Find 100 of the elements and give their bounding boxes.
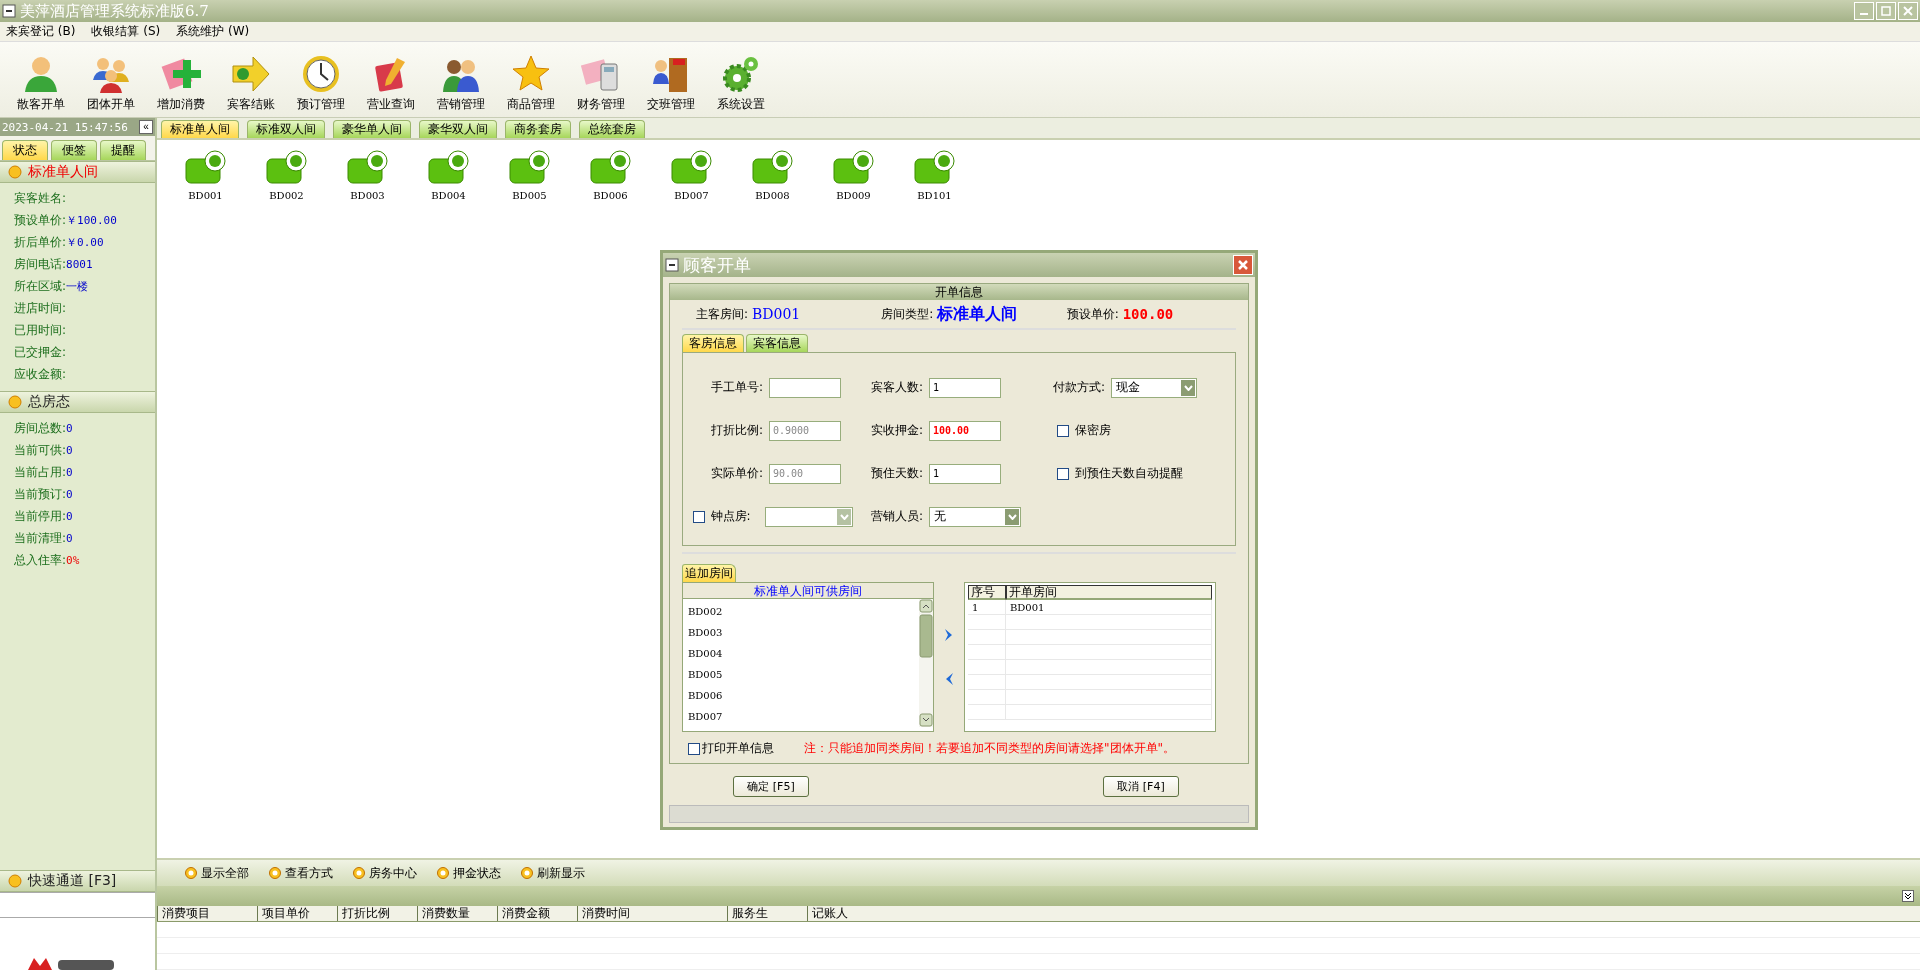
checkbox-label: 到预住天数自动提醒 bbox=[1075, 465, 1183, 482]
room-icon bbox=[265, 150, 308, 184]
toolbar-button[interactable]: 查看方式 bbox=[269, 864, 333, 882]
toolbar-button[interactable]: 押金状态 bbox=[437, 864, 501, 882]
deposit-icon bbox=[437, 867, 449, 879]
maximize-icon bbox=[1881, 6, 1891, 16]
gear-icon bbox=[721, 54, 761, 94]
toolbar-button[interactable]: 财务管理 bbox=[566, 54, 636, 113]
bullet-icon bbox=[8, 395, 22, 409]
tab[interactable]: 总统套房 bbox=[579, 120, 645, 138]
tab[interactable]: 标准双人间 bbox=[247, 120, 325, 138]
window-title: 美萍酒店管理系统标准版6.7 bbox=[20, 1, 209, 21]
checkbox[interactable] bbox=[1057, 424, 1069, 437]
toolbar-button[interactable]: 交班管理 bbox=[636, 54, 706, 113]
dropdown[interactable]: 现金 bbox=[1111, 377, 1197, 398]
list-item[interactable]: BD006 bbox=[688, 685, 919, 706]
toolbar-button[interactable]: 营销管理 bbox=[426, 54, 496, 113]
checkbox[interactable] bbox=[1057, 467, 1069, 480]
group-header: 开单信息 bbox=[670, 284, 1248, 300]
tab[interactable]: 状态 bbox=[2, 140, 48, 160]
collapse-button[interactable]: « bbox=[139, 120, 153, 134]
info-value: BD001 bbox=[752, 306, 801, 322]
room-tile[interactable]: BD006 bbox=[582, 150, 639, 201]
column-header: 项目单价 bbox=[257, 906, 337, 921]
menu-item[interactable]: 来宾登记 (B) bbox=[6, 23, 76, 40]
toolbar-button[interactable]: 预订管理 bbox=[286, 54, 356, 113]
tab[interactable]: 客房信息 bbox=[682, 334, 744, 352]
list-item[interactable]: BD005 bbox=[688, 664, 919, 685]
info-label: 当前可供: bbox=[14, 441, 67, 459]
text-field[interactable]: 1 bbox=[929, 463, 1001, 484]
info-label: 进店时间: bbox=[14, 299, 67, 317]
tab[interactable]: 豪华双人间 bbox=[419, 120, 497, 138]
tab[interactable]: 便签 bbox=[51, 140, 97, 160]
room-icon bbox=[346, 150, 389, 184]
room-tile[interactable]: BD003 bbox=[339, 150, 396, 201]
dialog-title: 顾客开单 bbox=[683, 253, 751, 277]
room-tile[interactable]: BD101 bbox=[906, 150, 963, 201]
info-value: 0 bbox=[66, 487, 73, 501]
close-button[interactable] bbox=[1233, 255, 1253, 275]
toolbar-button[interactable]: 增加消费 bbox=[146, 54, 216, 113]
info-value: 标准单人间 bbox=[937, 303, 1018, 325]
column-header: 序号 bbox=[968, 585, 1006, 600]
confirm-button[interactable]: 确定 [F5] bbox=[733, 776, 809, 797]
tab[interactable]: 追加房间 bbox=[682, 564, 736, 582]
field-label: 宾客人数: bbox=[869, 379, 923, 396]
column-header: 消费项目 bbox=[157, 906, 257, 921]
expand-icon[interactable] bbox=[1902, 890, 1914, 902]
list-item[interactable]: BD003 bbox=[688, 622, 919, 643]
menu-item[interactable]: 系统维护 (W) bbox=[176, 23, 250, 40]
dropdown[interactable]: 无 bbox=[929, 506, 1021, 527]
tab[interactable]: 提醒 bbox=[100, 140, 146, 160]
room-tile[interactable]: BD004 bbox=[420, 150, 477, 201]
info-value: 0 bbox=[66, 509, 73, 523]
window-menu-icon[interactable] bbox=[665, 258, 679, 272]
toolbar-button[interactable]: 散客开单 bbox=[6, 54, 76, 113]
toolbar-button[interactable]: 显示全部 bbox=[185, 864, 249, 882]
info-value: 0 bbox=[66, 531, 73, 545]
room-tile[interactable]: BD009 bbox=[825, 150, 882, 201]
checkbox[interactable] bbox=[688, 742, 700, 755]
info-label: 房间电话: bbox=[14, 255, 67, 273]
toolbar-button[interactable]: 营业查询 bbox=[356, 54, 426, 113]
toolbar-button[interactable]: 团体开单 bbox=[76, 54, 146, 113]
window-menu-icon[interactable] bbox=[2, 4, 16, 18]
room-tile[interactable]: BD005 bbox=[501, 150, 558, 201]
cancel-button[interactable]: 取消 [F4] bbox=[1103, 776, 1179, 797]
room-icon bbox=[184, 150, 227, 184]
text-field[interactable]: 1 bbox=[929, 377, 1001, 398]
list-item[interactable]: BD007 bbox=[688, 706, 919, 727]
room-tile[interactable]: BD007 bbox=[663, 150, 720, 201]
list-item[interactable]: BD002 bbox=[688, 601, 919, 622]
room-tile[interactable]: BD008 bbox=[744, 150, 801, 201]
arrow-icon bbox=[231, 54, 271, 94]
room-tile[interactable]: BD002 bbox=[258, 150, 315, 201]
tab[interactable]: 商务套房 bbox=[505, 120, 571, 138]
move-right-icon[interactable] bbox=[944, 628, 954, 642]
tab[interactable]: 宾客信息 bbox=[746, 334, 808, 352]
checkbox-label: 保密房 bbox=[1075, 422, 1111, 439]
list-item[interactable]: BD004 bbox=[688, 643, 919, 664]
room-icon bbox=[508, 150, 551, 184]
move-left-icon[interactable] bbox=[944, 672, 954, 686]
text-field[interactable] bbox=[769, 377, 841, 398]
text-field[interactable]: 100.00 bbox=[929, 420, 1001, 441]
toolbar-button[interactable]: 房务中心 bbox=[353, 864, 417, 882]
info-label: 应收金额: bbox=[14, 365, 67, 383]
field-label: 营销人员: bbox=[869, 508, 923, 525]
toolbar-button[interactable]: 宾客结账 bbox=[216, 54, 286, 113]
tab[interactable]: 豪华单人间 bbox=[333, 120, 411, 138]
tab[interactable]: 标准单人间 bbox=[161, 120, 239, 138]
toolbar-button[interactable]: 系统设置 bbox=[706, 54, 776, 113]
toolbar-button[interactable]: 商品管理 bbox=[496, 54, 566, 113]
scrollbar[interactable] bbox=[919, 599, 933, 727]
minimize-icon bbox=[1860, 13, 1868, 15]
info-label: 所在区域: bbox=[14, 277, 67, 295]
bullet-icon bbox=[8, 874, 22, 888]
menu-item[interactable]: 收银结算 (S) bbox=[91, 23, 161, 40]
caret-icon bbox=[839, 513, 849, 520]
clock-icon bbox=[301, 54, 341, 94]
room-tile[interactable]: BD001 bbox=[177, 150, 234, 201]
field-label: 付款方式: bbox=[1051, 379, 1105, 396]
toolbar-button[interactable]: 刷新显示 bbox=[521, 864, 585, 882]
